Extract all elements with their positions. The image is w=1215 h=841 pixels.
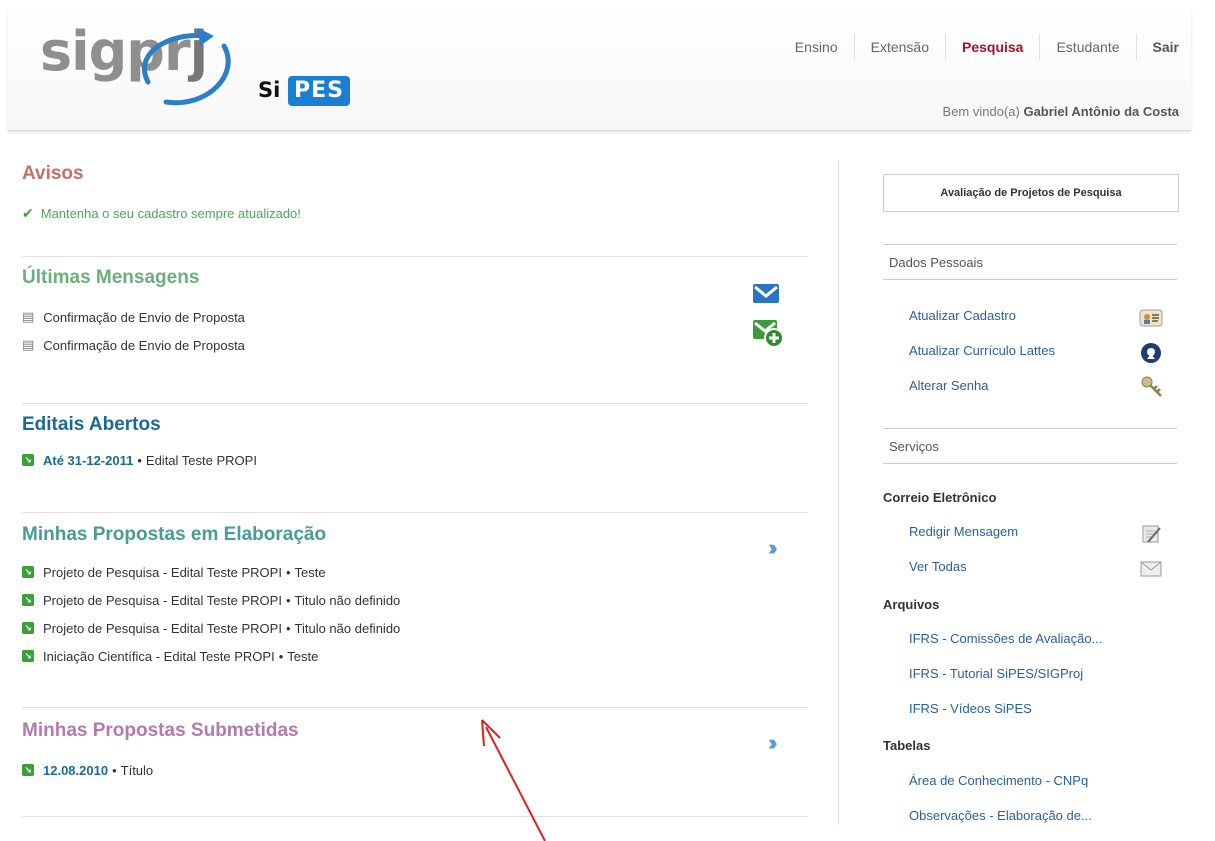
arquivos-label: Arquivos [883, 597, 940, 612]
section-ultimas-mensagens: Últimas Mensagens ▤ Confirmação de Envio… [22, 257, 808, 404]
section-avisos: Avisos ✔ Mantenha o seu cadastro sempre … [22, 160, 808, 257]
link-ver-todas[interactable]: Ver Todas [909, 559, 967, 574]
arrow-icon: ↘ [22, 594, 34, 606]
id-card-icon[interactable] [1139, 306, 1163, 330]
section-propostas-elaboracao: Minhas Propostas em Elaboração ›› ↘ Proj… [22, 513, 808, 708]
section-propostas-submetidas: Minhas Propostas Submetidas ›› ↘ 12.08.2… [22, 708, 808, 817]
compose-icon[interactable] [1139, 522, 1163, 546]
submetidas-title: Minhas Propostas Submetidas [22, 720, 299, 741]
main-content: Avisos ✔ Mantenha o seu cadastro sempre … [22, 160, 808, 817]
link-tabela-area-conhecimento[interactable]: Área de Conhecimento - CNPq [909, 773, 1088, 788]
sidebar: Avaliação de Projetos de Pesquisa Dados … [838, 160, 1194, 825]
proposta-item[interactable]: ↘ Iniciação Científica - Edital Teste PR… [22, 642, 808, 670]
proposta-item[interactable]: ↘ Projeto de Pesquisa - Edital Teste PRO… [22, 558, 808, 586]
logo-si: Si [258, 78, 281, 102]
double-chevron-right-icon[interactable]: ›› [768, 535, 777, 561]
nav-ensino[interactable]: Ensino [779, 34, 854, 60]
link-atualizar-curriculo[interactable]: Atualizar Currículo Lattes [909, 343, 1055, 358]
double-chevron-right-icon[interactable]: ›› [768, 730, 777, 756]
arrow-icon: ↘ [22, 454, 34, 466]
note-icon: ▤ [22, 309, 35, 324]
note-icon: ▤ [22, 337, 35, 352]
nav-estudante[interactable]: Estudante [1039, 34, 1135, 60]
aviso-item: ✔ Mantenha o seu cadastro sempre atualiz… [22, 204, 301, 221]
avisos-title: Avisos [22, 163, 84, 184]
check-icon: ✔ [22, 204, 34, 221]
sigproj-sipes-logo[interactable]: sigprj Si PES [40, 14, 380, 124]
arrow-icon: ↘ [22, 622, 34, 634]
proposta-item[interactable]: ↘ Projeto de Pesquisa - Edital Teste PRO… [22, 614, 808, 642]
message-item[interactable]: ▤ Confirmação de Envio de Proposta [22, 303, 808, 331]
elaboracao-title: Minhas Propostas em Elaboração [22, 524, 327, 545]
submetida-item[interactable]: ↘ 12.08.2010 • Título [22, 756, 808, 784]
user-name: Gabriel Antônio da Costa [1023, 104, 1179, 119]
page-header: sigprj Si PES Ensino Extensão Pesquisa E… [8, 8, 1191, 131]
arrow-icon: ↘ [22, 650, 34, 662]
logo-pes: PES [288, 76, 350, 106]
welcome-text: Bem vindo(a) Gabriel Antônio da Costa [942, 104, 1179, 119]
arrow-icon: ↘ [22, 764, 34, 776]
link-arquivo-videos[interactable]: IFRS - Vídeos SiPES [909, 701, 1032, 716]
link-arquivo-tutorial[interactable]: IFRS - Tutorial SiPES/SIGProj [909, 666, 1083, 681]
link-arquivo-comissoes[interactable]: IFRS - Comissões de Avaliação... [909, 631, 1102, 646]
edital-item[interactable]: ↘ Até 31-12-2011 • Edital Teste PROPI [22, 446, 808, 474]
link-redigir-mensagem[interactable]: Redigir Mensagem [909, 524, 1018, 539]
avaliacao-projetos-button[interactable]: Avaliação de Projetos de Pesquisa [883, 174, 1179, 212]
editais-title: Editais Abertos [22, 414, 161, 435]
section-editais-abertos: Editais Abertos ↘ Até 31-12-2011 • Edita… [22, 404, 808, 513]
compose-mail-icon[interactable] [752, 317, 786, 349]
nav-pesquisa[interactable]: Pesquisa [944, 34, 1039, 60]
nav-sair[interactable]: Sair [1135, 34, 1179, 60]
logo-swoosh-icon [142, 28, 231, 106]
link-alterar-senha[interactable]: Alterar Senha [909, 378, 989, 393]
mensagens-title: Últimas Mensagens [22, 267, 200, 288]
link-tabela-observacoes[interactable]: Observações - Elaboração de... [909, 808, 1092, 823]
top-navigation: Ensino Extensão Pesquisa Estudante Sair [779, 34, 1179, 60]
mail-icon[interactable] [1139, 557, 1163, 581]
nav-extensao[interactable]: Extensão [853, 34, 945, 60]
mail-inbox-icon[interactable] [752, 281, 780, 305]
correio-eletronico-label: Correio Eletrônico [883, 490, 997, 505]
lattes-icon[interactable] [1139, 341, 1163, 365]
message-item[interactable]: ▤ Confirmação de Envio de Proposta [22, 331, 808, 359]
key-icon[interactable] [1139, 374, 1163, 398]
dados-pessoais-header: Dados Pessoais [883, 244, 1177, 280]
tabelas-label: Tabelas [883, 738, 931, 753]
arrow-icon: ↘ [22, 566, 34, 578]
servicos-header: Serviços [883, 428, 1177, 464]
proposta-item[interactable]: ↘ Projeto de Pesquisa - Edital Teste PRO… [22, 586, 808, 614]
link-atualizar-cadastro[interactable]: Atualizar Cadastro [909, 308, 1016, 323]
